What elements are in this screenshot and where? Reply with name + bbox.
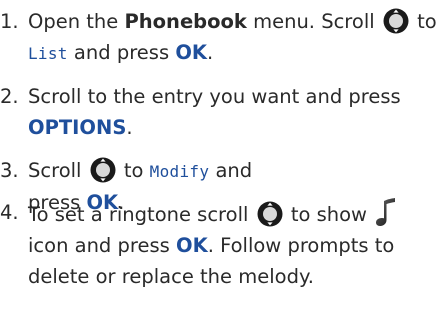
step-text-segment: icon and press xyxy=(28,234,176,257)
step-text-segment: Scroll xyxy=(28,159,82,182)
step-text-segment: and press xyxy=(67,41,176,64)
step-text: Scroll to the entry you want and press O… xyxy=(28,81,444,143)
step-text-segment: menu. Scroll xyxy=(246,10,375,33)
phonebook-label: Phonebook xyxy=(124,10,247,33)
step-text-segment: . Follow prompts to xyxy=(207,234,395,257)
navigation-key-icon xyxy=(383,8,409,34)
step-text-segment: . xyxy=(207,41,214,64)
step-1: 1. Open the Phonebook menu. Scroll to Li… xyxy=(0,6,444,69)
step-text-segment: to xyxy=(417,10,437,33)
menu-option-modify: Modify xyxy=(149,162,210,181)
step-number: 3. xyxy=(0,159,19,182)
step-text-segment: delete or replace the melody. xyxy=(28,265,314,288)
step-text-segment: Scroll to the entry you want and press xyxy=(28,85,401,108)
step-text-segment: . xyxy=(126,116,133,139)
ringtone-note-icon xyxy=(376,198,396,226)
step-text-segment: Open the xyxy=(28,10,125,33)
step-text: To set a ringtone scroll to show icon an… xyxy=(28,197,444,292)
step-text: Open the Phonebook menu. Scroll to List … xyxy=(28,6,444,69)
step-number: 2. xyxy=(0,85,19,108)
step-text-segment: and xyxy=(209,159,253,182)
options-key-label: OPTIONS xyxy=(28,116,127,139)
step-text-segment: to show xyxy=(290,203,367,226)
step-text-segment: to xyxy=(123,159,150,182)
ok-key-label: OK xyxy=(175,41,207,64)
ok-key-label: OK xyxy=(176,234,208,257)
step-4: 4. To set a ringtone scroll to show icon… xyxy=(0,197,444,292)
step-2: 2. Scroll to the entry you want and pres… xyxy=(0,81,444,143)
step-text-segment: To set a ringtone scroll xyxy=(28,203,249,226)
menu-option-list: List xyxy=(28,44,68,63)
step-number: 4. xyxy=(0,201,19,224)
navigation-key-icon xyxy=(257,201,283,227)
step-number: 1. xyxy=(0,10,19,33)
navigation-key-icon xyxy=(90,157,116,183)
